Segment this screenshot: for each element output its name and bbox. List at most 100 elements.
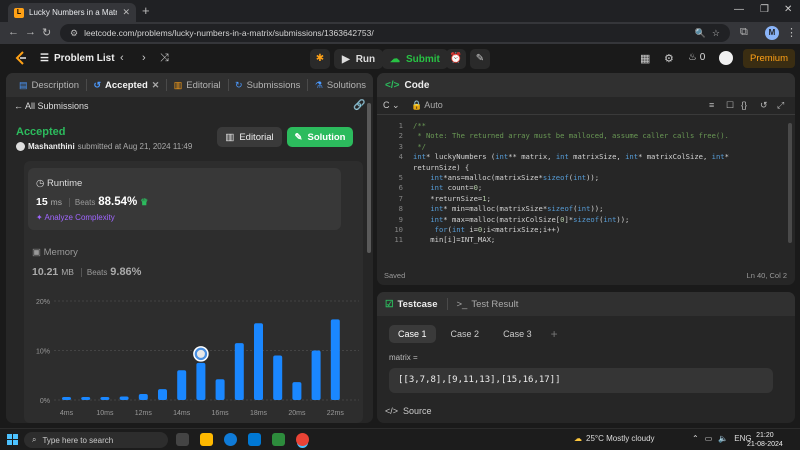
run-button[interactable]: ▶ Run <box>334 49 384 69</box>
chart-bar[interactable] <box>138 394 148 400</box>
zoom-icon[interactable]: 🔍 <box>695 28 706 39</box>
reload-icon[interactable]: ↻ <box>42 26 51 39</box>
chart-bar[interactable] <box>81 397 91 400</box>
editorial-button[interactable]: ▥ Editorial <box>217 127 282 147</box>
timer-button[interactable]: ⏰ <box>446 49 466 69</box>
system-clock[interactable]: 21:20 21-08-2024 <box>747 431 783 449</box>
taskbar-search[interactable]: ⌕ Type here to search <box>24 432 168 448</box>
runtime-distribution-chart[interactable]: 20% 10% 0% 4ms 10ms 12ms 14ms 16ms 18ms 20ms 22ms <box>24 291 363 423</box>
taskbar-search-placeholder: Type here to search <box>42 435 114 445</box>
layout-icon[interactable]: ▦ <box>640 52 650 65</box>
minimize-icon[interactable]: — <box>734 4 744 15</box>
chevron-up-icon[interactable]: ⌃ <box>692 434 699 443</box>
address-bar[interactable]: ⚙ leetcode.com/problems/lucky-numbers-in… <box>60 24 730 42</box>
chart-bar[interactable] <box>100 397 110 400</box>
chart-bar[interactable] <box>234 343 244 400</box>
left-panel-scrollbar[interactable] <box>367 103 371 253</box>
code-scrollbar[interactable] <box>788 123 792 243</box>
case-3-tab[interactable]: Case 3 <box>494 325 541 343</box>
profile-avatar[interactable]: M <box>765 26 779 40</box>
code-editor[interactable]: 1 /** 2 * Note: The returned array must be… <box>377 117 795 262</box>
submit-button[interactable]: ☁ Submit <box>382 49 448 69</box>
weather-widget[interactable]: ☁ 25°C Mostly cloudy <box>574 434 655 443</box>
runtime-value: 15 <box>36 196 48 208</box>
line-number: 2 <box>398 131 403 141</box>
case-1-tab[interactable]: Case 1 <box>389 325 436 343</box>
chart-bar[interactable] <box>254 323 263 400</box>
chart-bar[interactable] <box>292 382 302 400</box>
language-select[interactable]: C ⌄ <box>383 100 400 111</box>
volume-icon[interactable]: 🔈 <box>718 434 728 443</box>
new-tab-icon[interactable]: + <box>142 3 150 18</box>
runtime-box[interactable]: ◷ Runtime 15 ms Beats 88.54% ♛ ✦ Analyze… <box>28 168 341 230</box>
extensions-icon[interactable]: ⧉ <box>740 26 748 39</box>
site-info-icon[interactable]: ⚙ <box>70 28 78 39</box>
browser-tab[interactable]: L Lucky Numbers in a Matrix - Le ✕ <box>8 3 136 22</box>
bookmark-star-icon[interactable]: ☆ <box>712 28 720 39</box>
braces-icon[interactable]: {} <box>741 100 747 110</box>
mail-icon[interactable] <box>248 433 261 446</box>
leetcode-logo-icon[interactable] <box>14 51 28 66</box>
notes-button[interactable]: ✎ <box>470 49 490 69</box>
chart-bar[interactable] <box>158 389 167 400</box>
chart-bar[interactable] <box>330 319 340 400</box>
bookmark-icon[interactable]: ☐ <box>726 100 734 111</box>
chrome-icon[interactable] <box>296 433 309 446</box>
user-avatar[interactable] <box>719 51 733 65</box>
add-case-icon[interactable]: + <box>551 327 558 341</box>
url-text[interactable]: leetcode.com/problems/lucky-numbers-in-a… <box>84 28 689 38</box>
tab-submissions[interactable]: ↻ Submissions <box>228 73 307 97</box>
back-arrow-icon[interactable]: ← <box>8 26 19 38</box>
tab-editorial[interactable]: ▥ Editorial <box>167 73 228 97</box>
testcase-panel: ☑ Testcase >_ Test Result Case 1 Case 2 … <box>377 292 795 423</box>
maximize-icon[interactable]: ❐ <box>760 4 769 15</box>
tab-solutions[interactable]: ⚗ Solutions <box>308 73 373 97</box>
left-panel-tabs: ▤ Description ↺ Accepted ✕ ▥ Editorial ↻… <box>6 73 373 97</box>
close-tab-icon[interactable]: ✕ <box>122 7 130 18</box>
fullscreen-icon[interactable]: ⤢ <box>777 100 784 111</box>
chart-bar[interactable] <box>119 396 129 400</box>
chart-bar[interactable] <box>273 355 283 400</box>
code-toolbar: C ⌄ 🔒 Auto ≡ ☐ {} ↺ ⤢ <box>377 97 795 115</box>
tab-testcase[interactable]: ☑ Testcase <box>385 299 438 310</box>
source-link[interactable]: </> Source <box>385 406 432 416</box>
auto-mode-toggle[interactable]: 🔒 Auto <box>411 100 443 111</box>
prev-problem-icon[interactable]: ‹ <box>120 52 124 64</box>
tab-accepted[interactable]: ↺ Accepted ✕ <box>86 73 166 97</box>
task-view-icon[interactable] <box>176 433 189 446</box>
format-icon[interactable]: ≡ <box>709 100 714 110</box>
close-tab-x-icon[interactable]: ✕ <box>152 80 160 91</box>
chart-bar[interactable] <box>177 370 187 400</box>
all-submissions-link[interactable]: ← All Submissions <box>14 101 89 111</box>
case-2-tab[interactable]: Case 2 <box>442 325 489 343</box>
tab-test-result[interactable]: >_ Test Result <box>457 299 519 310</box>
chart-bar[interactable] <box>196 362 206 400</box>
solution-button[interactable]: ✎ Solution <box>287 127 353 147</box>
reset-icon[interactable]: ↺ <box>760 100 768 111</box>
share-link-icon[interactable]: 🔗 <box>353 100 365 111</box>
premium-button[interactable]: Premium <box>743 49 796 68</box>
store-icon[interactable] <box>272 433 285 446</box>
problem-list-link[interactable]: Problem List <box>54 53 115 64</box>
memory-label-row[interactable]: ▣ Memory <box>32 247 78 258</box>
matrix-input[interactable]: [[3,7,8],[9,11,13],[15,16,17]] <box>389 368 773 393</box>
settings-gear-icon[interactable]: ⚙ <box>664 52 674 65</box>
edge-icon[interactable] <box>224 433 237 446</box>
shuffle-icon[interactable]: ⤨ <box>160 52 169 65</box>
windows-start-icon[interactable] <box>7 434 18 445</box>
streak-counter[interactable]: ♨ 0 <box>688 52 705 63</box>
next-problem-icon[interactable]: › <box>142 52 146 64</box>
analyze-complexity-link[interactable]: ✦ Analyze Complexity <box>36 213 115 222</box>
file-explorer-icon[interactable] <box>200 433 213 446</box>
browser-menu-icon[interactable]: ⋮ <box>786 26 797 39</box>
debug-button[interactable]: ✱ <box>310 49 330 69</box>
chart-bar[interactable] <box>215 379 225 400</box>
chart-bar[interactable] <box>311 350 321 401</box>
submitter-name[interactable]: Mashanthini <box>28 142 75 151</box>
chart-bar[interactable] <box>62 397 71 400</box>
tab-description[interactable]: ▤ Description <box>12 73 86 97</box>
code-text: min[i]=INT_MAX; <box>413 235 496 245</box>
network-icon[interactable]: ▭ <box>705 434 713 443</box>
close-window-icon[interactable]: ✕ <box>784 4 792 15</box>
forward-arrow-icon[interactable]: → <box>25 26 36 38</box>
